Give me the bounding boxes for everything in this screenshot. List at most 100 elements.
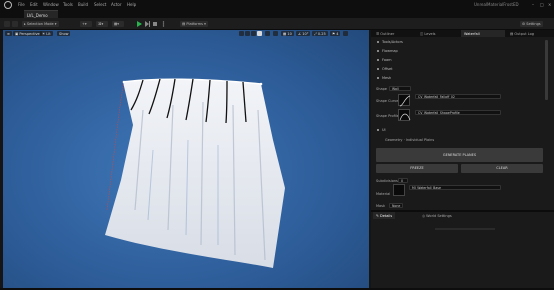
tab-output-log[interactable]: ▤ Output Log <box>507 30 537 37</box>
blueprint-button[interactable]: ⌘▾ <box>96 21 108 27</box>
expand-icon <box>377 50 379 52</box>
section-foam-label: Foam <box>382 58 392 62</box>
shape-curve-value: CV_Waterfall_Falloff_02 <box>418 95 455 99</box>
add-actor-button[interactable]: +▾ <box>80 21 92 27</box>
section-offset[interactable]: Offset <box>377 67 393 73</box>
shape-label: Shape <box>376 87 387 91</box>
tab-outliner[interactable]: ☰ Outliner <box>373 30 397 37</box>
shape-profile-field[interactable]: CV_Waterfall_ShapeProfile <box>415 110 501 115</box>
mode-dropdown[interactable]: ▸ Selection Mode ▾ <box>22 21 59 27</box>
panel-scrollbar[interactable] <box>545 40 548 100</box>
menu-build[interactable]: Build <box>78 2 88 7</box>
platforms-dropdown[interactable]: ▤ Platforms ▾ <box>180 21 208 27</box>
level-viewport[interactable]: ≡ ▣ Perspective ☀ Lit Show ▦ 10 ∠ 10° ⤢ … <box>3 30 369 288</box>
curve-thumbnail[interactable] <box>398 94 411 107</box>
tab-levels[interactable]: ◫ Levels <box>417 30 438 37</box>
platforms-label: Platforms <box>186 22 204 26</box>
step-button[interactable] <box>144 20 151 28</box>
menu-help[interactable]: Help <box>127 2 136 7</box>
menu-window[interactable]: Window <box>43 2 59 7</box>
eject-button[interactable] <box>160 20 167 28</box>
material-label: Material <box>376 192 391 196</box>
generate-label: GENERATE PLANES <box>442 153 477 157</box>
mode-label: Selection Mode <box>26 22 54 26</box>
section-flowmap-label: Flowmap <box>382 49 398 53</box>
section-ui[interactable]: UI <box>377 128 386 134</box>
clear-label: CLEAR <box>496 166 508 170</box>
menu-select[interactable]: Select <box>94 2 106 7</box>
cinematics-button[interactable]: ▦▾ <box>112 21 124 27</box>
project-name: UnrealMaterialFrostED <box>474 2 519 7</box>
expand-icon <box>377 59 379 61</box>
level-tab-bar: LVL_Demo <box>0 10 554 18</box>
shape-profile-label: Shape Profile <box>376 114 399 118</box>
section-tools[interactable]: Tools/Actors <box>377 40 403 46</box>
shape-value: Wall <box>392 87 399 91</box>
curve-icon <box>399 95 411 107</box>
maximize-icon[interactable]: □ <box>540 2 544 7</box>
tab-levels-label: Levels <box>424 31 436 36</box>
section-ui-label: UI <box>382 128 386 132</box>
title-bar: File Edit Window Tools Build Select Acto… <box>0 0 554 10</box>
stop-button[interactable] <box>152 20 159 28</box>
tab-details[interactable]: ✎ Details <box>373 212 396 219</box>
settings-dropdown[interactable]: ⚙ Settings <box>520 21 543 27</box>
tab-outliner-label: Outliner <box>380 31 395 36</box>
details-panel: ✎ Details ◎ World Settings <box>371 210 554 288</box>
shape-dropdown[interactable]: Wall <box>389 86 411 91</box>
save-icon[interactable] <box>4 21 10 27</box>
close-icon[interactable]: × <box>548 2 551 7</box>
generate-planes-button[interactable]: GENERATE PLANES <box>376 148 543 162</box>
collapse-icon <box>377 129 379 131</box>
tab-waterfall[interactable]: Waterfall <box>461 30 505 37</box>
menu-tools[interactable]: Tools <box>63 2 73 7</box>
profile-thumbnail[interactable] <box>398 109 411 121</box>
profile-icon <box>399 113 411 121</box>
menu-edit[interactable]: Edit <box>30 2 38 7</box>
content-icon[interactable] <box>12 21 18 27</box>
unreal-logo-icon <box>4 1 12 9</box>
stop-icon <box>153 22 157 26</box>
material-value: MI_Waterfall_Base <box>412 186 441 190</box>
section-offset-label: Offset <box>382 67 393 71</box>
freeze-label: FREEZE <box>410 166 424 170</box>
subdivisions-value: 0 <box>401 179 404 183</box>
waterfall-mesh[interactable] <box>3 30 369 288</box>
tab-world-settings[interactable]: ◎ World Settings <box>419 212 455 219</box>
settings-label: Settings <box>526 22 541 26</box>
shape-profile-value: CV_Waterfall_ShapeProfile <box>418 111 460 115</box>
expand-icon <box>377 41 379 43</box>
more-icon <box>162 21 165 27</box>
tab-level[interactable]: LVL_Demo <box>24 10 58 18</box>
clear-button[interactable]: CLEAR <box>461 164 543 173</box>
tab-waterfall-label: Waterfall <box>464 31 480 36</box>
section-tools-label: Tools/Actors <box>382 40 403 44</box>
minimize-icon[interactable]: – <box>532 2 534 7</box>
menu-file[interactable]: File <box>18 2 25 7</box>
tab-world-settings-label: World Settings <box>426 213 452 218</box>
step-icon <box>145 21 150 27</box>
section-mesh[interactable]: Mesh <box>377 76 391 82</box>
subdivisions-label: Subdivisions <box>376 179 398 183</box>
play-icon <box>137 21 142 27</box>
details-empty-hint <box>435 228 495 230</box>
mask-value: None <box>392 204 401 208</box>
mask-field[interactable]: None <box>389 203 403 208</box>
section-flowmap[interactable]: Flowmap <box>377 49 398 55</box>
section-mesh-label: Mesh <box>382 76 392 80</box>
shape-curve-field[interactable]: CV_Waterfall_Falloff_02 <box>415 94 501 99</box>
material-thumbnail[interactable] <box>393 184 405 196</box>
menu-actor[interactable]: Actor <box>111 2 122 7</box>
mask-label: Mask <box>376 204 386 208</box>
section-foam[interactable]: Foam <box>377 58 392 64</box>
main-toolbar: ▸ Selection Mode ▾ +▾ ⌘▾ ▦▾ ▤ Platforms … <box>0 18 554 30</box>
right-panel-tabs: ☰ Outliner ◫ Levels Waterfall ▤ Output L… <box>371 30 554 37</box>
freeze-button[interactable]: FREEZE <box>376 164 458 173</box>
shape-curve-label: Shape Curve <box>376 99 399 103</box>
play-button[interactable] <box>136 20 143 28</box>
geometry-label: Geometry · Individual Plains <box>385 138 435 142</box>
subdivisions-field[interactable]: 0 <box>398 178 408 183</box>
tab-output-log-label: Output Log <box>514 31 534 36</box>
material-field[interactable]: MI_Waterfall_Base <box>409 185 501 190</box>
expand-icon <box>377 68 379 70</box>
